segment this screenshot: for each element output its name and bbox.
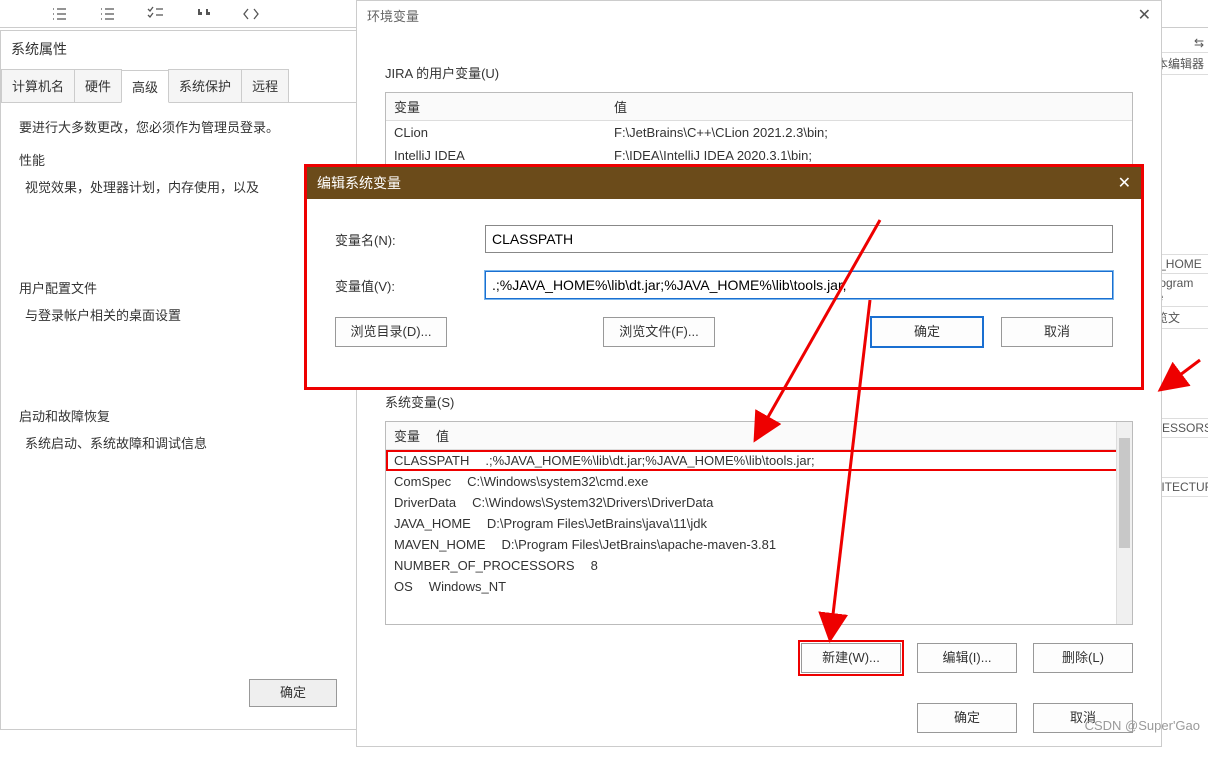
quote-icon	[194, 5, 212, 23]
edit-sysvar-dialog: 编辑系统变量 ✕ 变量名(N): 变量值(V): 浏览目录(D)... 浏览文件…	[304, 164, 1144, 390]
var-name-label: 变量名(N):	[335, 230, 485, 249]
var-value-label: 变量值(V):	[335, 276, 485, 295]
new-button[interactable]: 新建(W)...	[801, 643, 901, 673]
code-icon	[242, 5, 260, 23]
close-icon[interactable]: ✕	[1138, 5, 1151, 25]
watermark: CSDN @Super'Gao	[1085, 718, 1200, 733]
delete-button[interactable]: 删除(L)	[1033, 643, 1133, 673]
user-profile-label: 用户配置文件	[19, 278, 341, 297]
edit-title: 编辑系统变量	[317, 173, 401, 193]
var-name-input[interactable]	[485, 225, 1113, 253]
edit-cancel-button[interactable]: 取消	[1001, 317, 1113, 347]
list-ul-icon	[50, 5, 68, 23]
boot-sub: 系统启动、系统故障和调试信息	[25, 433, 341, 452]
user-vars-table[interactable]: 变量 值 CLion F:\JetBrains\C++\CLion 2021.2…	[385, 92, 1133, 168]
sys-vars-label: 系统变量(S)	[385, 392, 1133, 411]
table-row: JAVA_HOMED:\Program Files\JetBrains\java…	[386, 513, 1132, 534]
scrollbar[interactable]	[1116, 422, 1132, 624]
col-value: 值	[606, 93, 1132, 120]
table-row: DriverDataC:\Windows\System32\Drivers\Dr…	[386, 492, 1132, 513]
list-ol-icon	[98, 5, 116, 23]
perf-label: 性能	[19, 150, 341, 169]
table-row: CLion F:\JetBrains\C++\CLion 2021.2.3\bi…	[386, 121, 1132, 144]
perf-sub: 视觉效果，处理器计划，内存使用，以及	[25, 177, 341, 196]
edit-button[interactable]: 编辑(I)...	[917, 643, 1017, 673]
env-ok-button[interactable]: 确定	[917, 703, 1017, 733]
tab-system-protection[interactable]: 系统保护	[168, 69, 242, 102]
edit-ok-button[interactable]: 确定	[871, 317, 983, 347]
user-profile-sub: 与登录帐户相关的桌面设置	[25, 305, 341, 324]
table-row: NUMBER_OF_PROCESSORS8	[386, 555, 1132, 576]
table-row: ComSpecC:\Windows\system32\cmd.exe	[386, 471, 1132, 492]
tab-hardware[interactable]: 硬件	[74, 69, 122, 102]
browse-file-button[interactable]: 浏览文件(F)...	[603, 317, 715, 347]
table-row: OSWindows_NT	[386, 576, 1132, 597]
sys-vars-table[interactable]: 变量 值 CLASSPATH .;%JAVA_HOME%\lib\dt.jar;…	[385, 421, 1133, 625]
sysprops-tabs: 计算机名 硬件 高级 系统保护 远程	[1, 67, 359, 103]
tab-remote[interactable]: 远程	[241, 69, 289, 102]
col-name: 变量	[386, 93, 606, 120]
sysprops-ok-button[interactable]: 确定	[249, 679, 337, 707]
sysprops-title: 系统属性	[1, 31, 359, 67]
var-value-input[interactable]	[485, 271, 1113, 299]
user-vars-label: JIRA 的用户变量(U)	[385, 63, 1133, 82]
table-row: MAVEN_HOMED:\Program Files\JetBrains\apa…	[386, 534, 1132, 555]
list-check-icon	[146, 5, 164, 23]
table-row-classpath: CLASSPATH .;%JAVA_HOME%\lib\dt.jar;%JAVA…	[386, 450, 1132, 471]
tab-computer-name[interactable]: 计算机名	[1, 69, 75, 102]
admin-note: 要进行大多数更改，您必须作为管理员登录。	[19, 117, 341, 136]
boot-label: 启动和故障恢复	[19, 406, 341, 425]
tab-advanced[interactable]: 高级	[121, 70, 169, 103]
env-title: 环境变量	[367, 6, 419, 25]
close-icon[interactable]: ✕	[1118, 173, 1131, 193]
browse-dir-button[interactable]: 浏览目录(D)...	[335, 317, 447, 347]
